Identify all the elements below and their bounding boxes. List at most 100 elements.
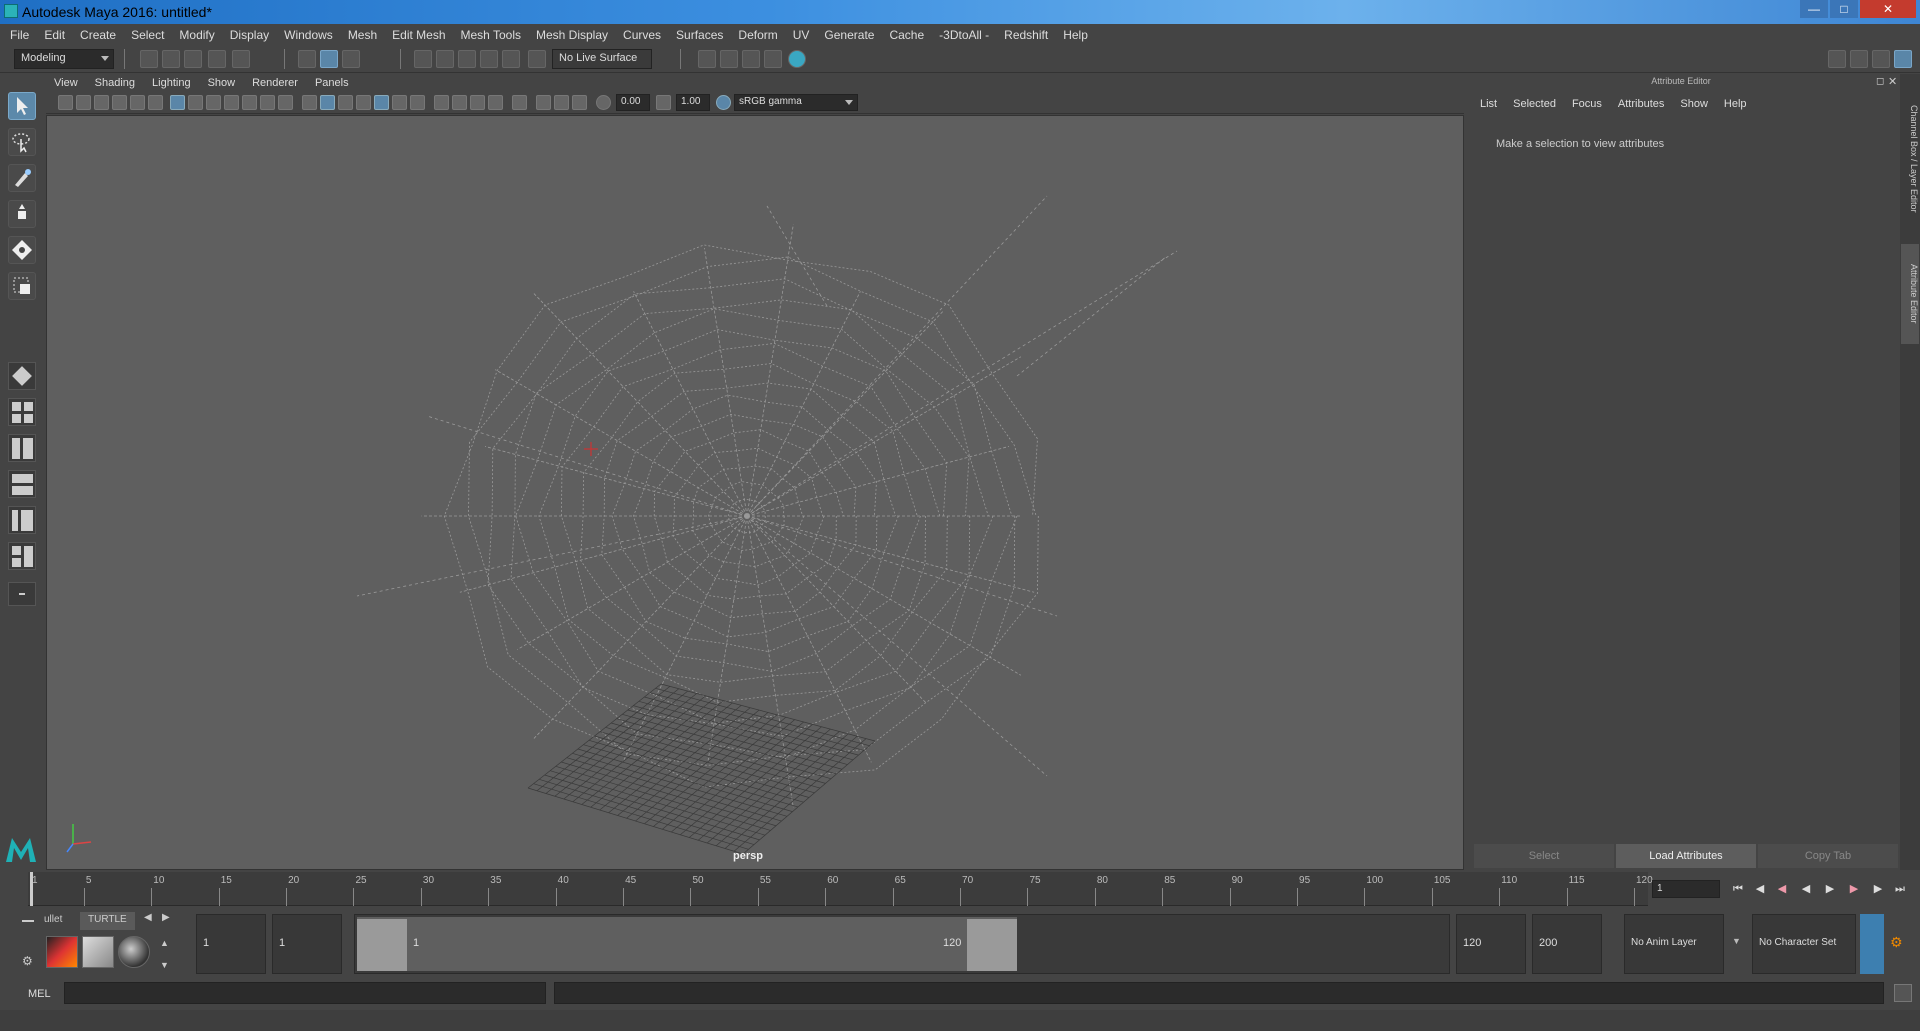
animation-preferences-icon[interactable]: ⚙ <box>1890 934 1903 951</box>
shelf-settings-icon[interactable]: ⚙ <box>22 954 33 968</box>
play-backwards-icon[interactable]: ◀ <box>1800 882 1812 896</box>
viewport-menu-shading[interactable]: Shading <box>95 77 135 89</box>
persp-outliner-layout-icon[interactable] <box>8 434 36 462</box>
select-camera-icon[interactable] <box>58 95 73 110</box>
menu-help[interactable]: Help <box>1063 28 1088 42</box>
film-gate-icon[interactable] <box>188 95 203 110</box>
copy-tab-button[interactable]: Copy Tab <box>1758 844 1898 868</box>
attr-menu-focus[interactable]: Focus <box>1572 98 1602 110</box>
chevron-down-icon[interactable]: ▼ <box>1732 936 1741 946</box>
menu-3dtoall[interactable]: -3DtoAll - <box>939 28 989 42</box>
motion-blur-icon[interactable] <box>452 95 467 110</box>
auto-key-icon[interactable] <box>1860 914 1884 974</box>
snap-curve-icon[interactable] <box>436 50 454 68</box>
depth-of-field-icon[interactable] <box>488 95 503 110</box>
color-management-icon[interactable] <box>716 95 731 110</box>
wireframe-on-shaded-icon[interactable] <box>356 95 371 110</box>
exposure-icon[interactable] <box>596 95 611 110</box>
current-frame-field[interactable]: 1 <box>1652 880 1720 898</box>
new-scene-icon[interactable] <box>140 50 158 68</box>
menu-file[interactable]: File <box>10 28 29 42</box>
playback-end-field[interactable]: 120 <box>1456 914 1526 974</box>
shelf-scroll-left-icon[interactable]: ◀ <box>144 912 152 923</box>
viewport-menu-lighting[interactable]: Lighting <box>152 77 191 89</box>
character-set-dropdown[interactable]: No Character Set <box>1752 914 1856 974</box>
viewport-menu-renderer[interactable]: Renderer <box>252 77 298 89</box>
menu-generate[interactable]: Generate <box>824 28 874 42</box>
mel-command-input[interactable] <box>64 982 546 1004</box>
view-transform-dropdown[interactable]: sRGB gamma <box>734 94 858 111</box>
play-forwards-icon[interactable]: ▶ <box>1824 882 1836 896</box>
snap-live-icon[interactable] <box>528 50 546 68</box>
maximize-button[interactable]: □ <box>1830 0 1858 18</box>
image-plane-icon[interactable] <box>112 95 127 110</box>
live-surface-field[interactable]: No Live Surface <box>552 49 652 69</box>
persp-graph-layout-icon[interactable] <box>8 470 36 498</box>
textured-icon[interactable] <box>374 95 389 110</box>
select-tool-icon[interactable] <box>8 92 36 120</box>
attr-menu-help[interactable]: Help <box>1724 98 1747 110</box>
menu-cache[interactable]: Cache <box>889 28 924 42</box>
animation-end-field[interactable]: 200 <box>1532 914 1602 974</box>
select-by-object-icon[interactable] <box>320 50 338 68</box>
perspective-viewport[interactable]: persp <box>46 115 1464 870</box>
step-forward-key-icon[interactable]: ▶ <box>1848 882 1860 896</box>
scale-tool-icon[interactable] <box>8 272 36 300</box>
menu-display[interactable]: Display <box>230 28 269 42</box>
menu-create[interactable]: Create <box>80 28 116 42</box>
menu-mesh[interactable]: Mesh <box>348 28 377 42</box>
select-by-component-icon[interactable] <box>342 50 360 68</box>
single-perspective-layout-icon[interactable] <box>8 362 36 390</box>
gate-mask-icon[interactable] <box>224 95 239 110</box>
range-slider-bar[interactable] <box>357 917 1017 971</box>
two-d-pan-zoom-icon[interactable] <box>130 95 145 110</box>
collapse-layout-icon[interactable] <box>8 582 36 606</box>
gamma-icon[interactable] <box>656 95 671 110</box>
hypershade-persp-layout-icon[interactable] <box>8 542 36 570</box>
load-attributes-button[interactable]: Load Attributes <box>1616 844 1756 868</box>
shelf-scroll-up-icon[interactable]: ▲ <box>160 938 169 948</box>
menu-curves[interactable]: Curves <box>623 28 661 42</box>
render-frame-icon[interactable] <box>720 50 738 68</box>
render-history-icon[interactable] <box>698 50 716 68</box>
shelf-scroll-down-icon[interactable]: ▼ <box>160 960 169 970</box>
go-to-start-icon[interactable]: ⏮ <box>1732 882 1744 896</box>
viewport-menu-view[interactable]: View <box>54 77 78 89</box>
step-back-key-icon[interactable]: ◀ <box>1776 882 1788 896</box>
go-to-end-icon[interactable]: ⏭ <box>1894 882 1906 896</box>
step-forward-frame-icon[interactable]: ▶ <box>1872 882 1884 896</box>
xray-icon[interactable] <box>536 95 551 110</box>
undo-icon[interactable] <box>208 50 226 68</box>
menu-select[interactable]: Select <box>131 28 164 42</box>
rotate-tool-icon[interactable] <box>8 236 36 264</box>
use-all-lights-icon[interactable] <box>392 95 407 110</box>
resolution-gate-icon[interactable] <box>206 95 221 110</box>
menu-deform[interactable]: Deform <box>738 28 777 42</box>
viewport-menu-show[interactable]: Show <box>208 77 236 89</box>
toggle-tool-settings-icon[interactable] <box>1872 50 1890 68</box>
shelf-menu-icon[interactable] <box>22 920 34 922</box>
menu-uv[interactable]: UV <box>793 28 810 42</box>
minimize-button[interactable]: — <box>1800 0 1828 18</box>
default-material-icon[interactable] <box>338 95 353 110</box>
script-language-toggle[interactable]: MEL <box>28 988 51 1000</box>
camera-attributes-icon[interactable] <box>76 95 91 110</box>
menu-mesh-tools[interactable]: Mesh Tools <box>461 28 521 42</box>
current-time-indicator[interactable] <box>30 872 33 906</box>
redo-icon[interactable] <box>232 50 250 68</box>
attribute-editor-tab[interactable]: Attribute Editor <box>1901 244 1919 344</box>
bookmark-icon[interactable] <box>94 95 109 110</box>
grid-icon[interactable] <box>170 95 185 110</box>
gamma-field[interactable]: 1.00 <box>676 94 710 111</box>
turtle-render-icon[interactable] <box>82 936 114 968</box>
shelf-tab-turtle[interactable]: TURTLE <box>80 912 135 930</box>
menu-windows[interactable]: Windows <box>284 28 333 42</box>
attr-menu-selected[interactable]: Selected <box>1513 98 1556 110</box>
float-panel-icon[interactable]: ◻ <box>1876 76 1884 87</box>
playback-start-field[interactable]: 1 <box>272 914 342 974</box>
grease-pencil-icon[interactable] <box>148 95 163 110</box>
channel-box-tab[interactable]: Channel Box / Layer Editor <box>1901 84 1919 234</box>
menu-edit[interactable]: Edit <box>44 28 65 42</box>
close-button[interactable]: ✕ <box>1860 0 1916 18</box>
menu-modify[interactable]: Modify <box>179 28 214 42</box>
